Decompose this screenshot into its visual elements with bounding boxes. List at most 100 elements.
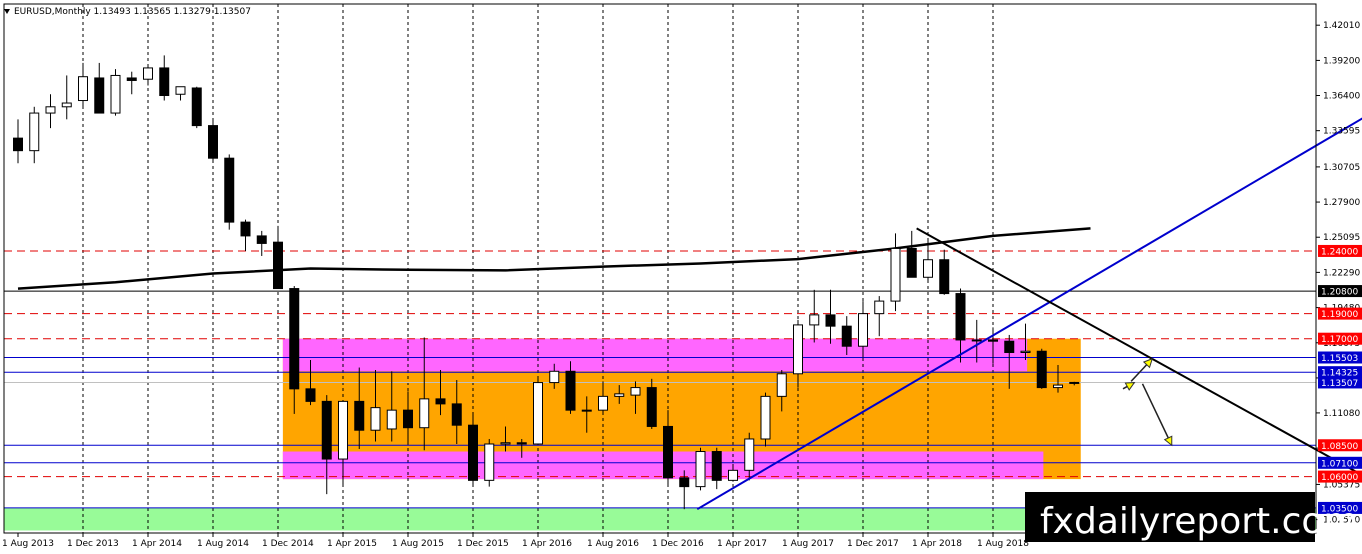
y-tick-label-6: 1.25095 — [1323, 233, 1360, 243]
price-label-text-1: 1.20800 — [1321, 288, 1358, 298]
candle-body-30 — [500, 442, 511, 445]
x-tick-label-10: 1 Dec 2016 — [652, 539, 704, 549]
x-tick-label-1: 1 Dec 2013 — [67, 539, 119, 549]
price-label-text-8: 1.07100 — [1321, 459, 1358, 469]
price-label-2: 1.19000 — [1318, 307, 1362, 320]
candle-body-46 — [760, 395, 771, 440]
candle-body-34 — [565, 370, 576, 411]
candle-1 — [29, 106, 40, 164]
candle-28 — [468, 413, 478, 487]
candle-body-52 — [858, 313, 868, 347]
dropdown-triangle-icon[interactable] — [4, 9, 10, 14]
y-tick-label-1: 1.39200 — [1323, 56, 1360, 66]
candle-8 — [143, 65, 153, 86]
candle-12 — [208, 119, 218, 161]
candle-body-61 — [1004, 340, 1015, 353]
candle-body-19 — [321, 400, 332, 460]
candle-body-1 — [29, 112, 40, 152]
candle-body-7 — [126, 77, 137, 81]
candle-body-38 — [630, 387, 641, 396]
x-tick-label-9: 1 Aug 2016 — [587, 539, 639, 549]
candle-body-11 — [191, 87, 202, 127]
eurusd-chart: 1.42010 1.39200 1.36400 1.33595 1.30705 1.279… — [2, 3, 1362, 549]
x-tick-label-3: 1 Aug 2014 — [197, 539, 249, 549]
candle-body-15 — [256, 235, 267, 244]
candle-body-60 — [988, 339, 998, 342]
y-tick-label-3: 1.33595 — [1323, 127, 1360, 137]
candle-6 — [110, 69, 121, 116]
x-tick-label-7: 1 Dec 2015 — [457, 539, 509, 549]
candle-body-64 — [1053, 384, 1063, 389]
candle-body-22 — [370, 407, 381, 431]
candle-body-36 — [598, 395, 608, 411]
x-tick-label-13: 1 Dec 2017 — [847, 539, 899, 549]
candle-body-37 — [614, 393, 625, 397]
x-tick-label-12: 1 Aug 2017 — [782, 539, 834, 549]
candle-body-58 — [955, 293, 966, 341]
candle-7 — [126, 71, 137, 95]
candle-body-49 — [809, 314, 820, 326]
candle-body-14 — [240, 221, 251, 237]
candle-body-53 — [874, 300, 885, 315]
candle-body-23 — [386, 409, 397, 430]
candle-body-28 — [468, 424, 478, 481]
candle-29 — [484, 438, 495, 487]
candle-body-32 — [533, 382, 543, 445]
arrow-head-2 — [1163, 435, 1173, 447]
candle-body-48 — [793, 324, 803, 375]
candle-body-56 — [923, 259, 933, 278]
candle-body-27 — [451, 403, 462, 426]
chart-title: EURUSD,Monthly 1.13493 1.13565 1.13279 1… — [14, 7, 251, 17]
x-tick-label-4: 1 Dec 2014 — [262, 539, 314, 549]
candle-body-41 — [679, 477, 690, 488]
candle-body-16 — [273, 241, 283, 290]
candle-body-44 — [728, 469, 738, 481]
y-tick-label-4: 1.30705 — [1323, 163, 1360, 173]
candle-19 — [321, 395, 332, 495]
price-label-3: 1.17000 — [1318, 332, 1362, 345]
candle-15 — [256, 230, 267, 256]
candle-32 — [533, 378, 543, 445]
price-label-text-2: 1.19000 — [1321, 310, 1358, 320]
candle-body-51 — [841, 325, 852, 347]
candle-0 — [13, 119, 23, 164]
candle-body-0 — [13, 137, 23, 152]
candle-55 — [906, 230, 917, 278]
x-axis: 1 Aug 2013 1 Dec 2013 1 Apr 2014 1 Aug 2014… — [2, 533, 1029, 549]
candle-body-25 — [419, 398, 430, 429]
y-tick-label-5: 1.27900 — [1323, 198, 1360, 208]
candle-11 — [191, 86, 202, 129]
candle-body-47 — [776, 373, 787, 397]
candle-body-55 — [906, 247, 917, 278]
candle-body-24 — [403, 409, 413, 429]
candle-56 — [923, 240, 933, 283]
x-tick-label-0: 1 Aug 2013 — [2, 539, 54, 549]
zone-1 — [282, 338, 1028, 372]
arrow-2 — [1141, 383, 1173, 447]
price-label-8: 1.07100 — [1318, 456, 1362, 469]
arrow-1 — [1130, 357, 1154, 382]
candle-43 — [711, 447, 722, 490]
candle-57 — [939, 249, 950, 295]
candle-46 — [760, 392, 771, 447]
y-tick-label-11: 1.11080 — [1323, 409, 1360, 419]
x-tick-label-14: 1 Apr 2018 — [912, 539, 962, 549]
candle-13 — [224, 154, 235, 230]
arrow-0 — [1122, 381, 1136, 391]
candle-9 — [159, 55, 170, 101]
candle-body-3 — [61, 102, 72, 108]
price-label-text-4: 1.15503 — [1321, 354, 1358, 364]
price-label-6: 1.13507 — [1318, 376, 1362, 389]
candle-body-57 — [939, 259, 950, 295]
candle-body-39 — [646, 387, 657, 427]
x-tick-label-15: 1 Aug 2018 — [977, 539, 1029, 549]
price-label-4: 1.15503 — [1318, 351, 1362, 364]
y-tick-label-2: 1.36400 — [1323, 92, 1360, 102]
candle-4 — [78, 62, 88, 109]
candle-body-18 — [305, 388, 316, 402]
y-tick-label-7: 1.22290 — [1323, 268, 1360, 278]
x-tick-label-2: 1 Apr 2014 — [132, 539, 182, 549]
x-tick-label-8: 1 Apr 2016 — [522, 539, 572, 549]
candle-body-17 — [289, 288, 300, 390]
candle-42 — [695, 447, 706, 491]
